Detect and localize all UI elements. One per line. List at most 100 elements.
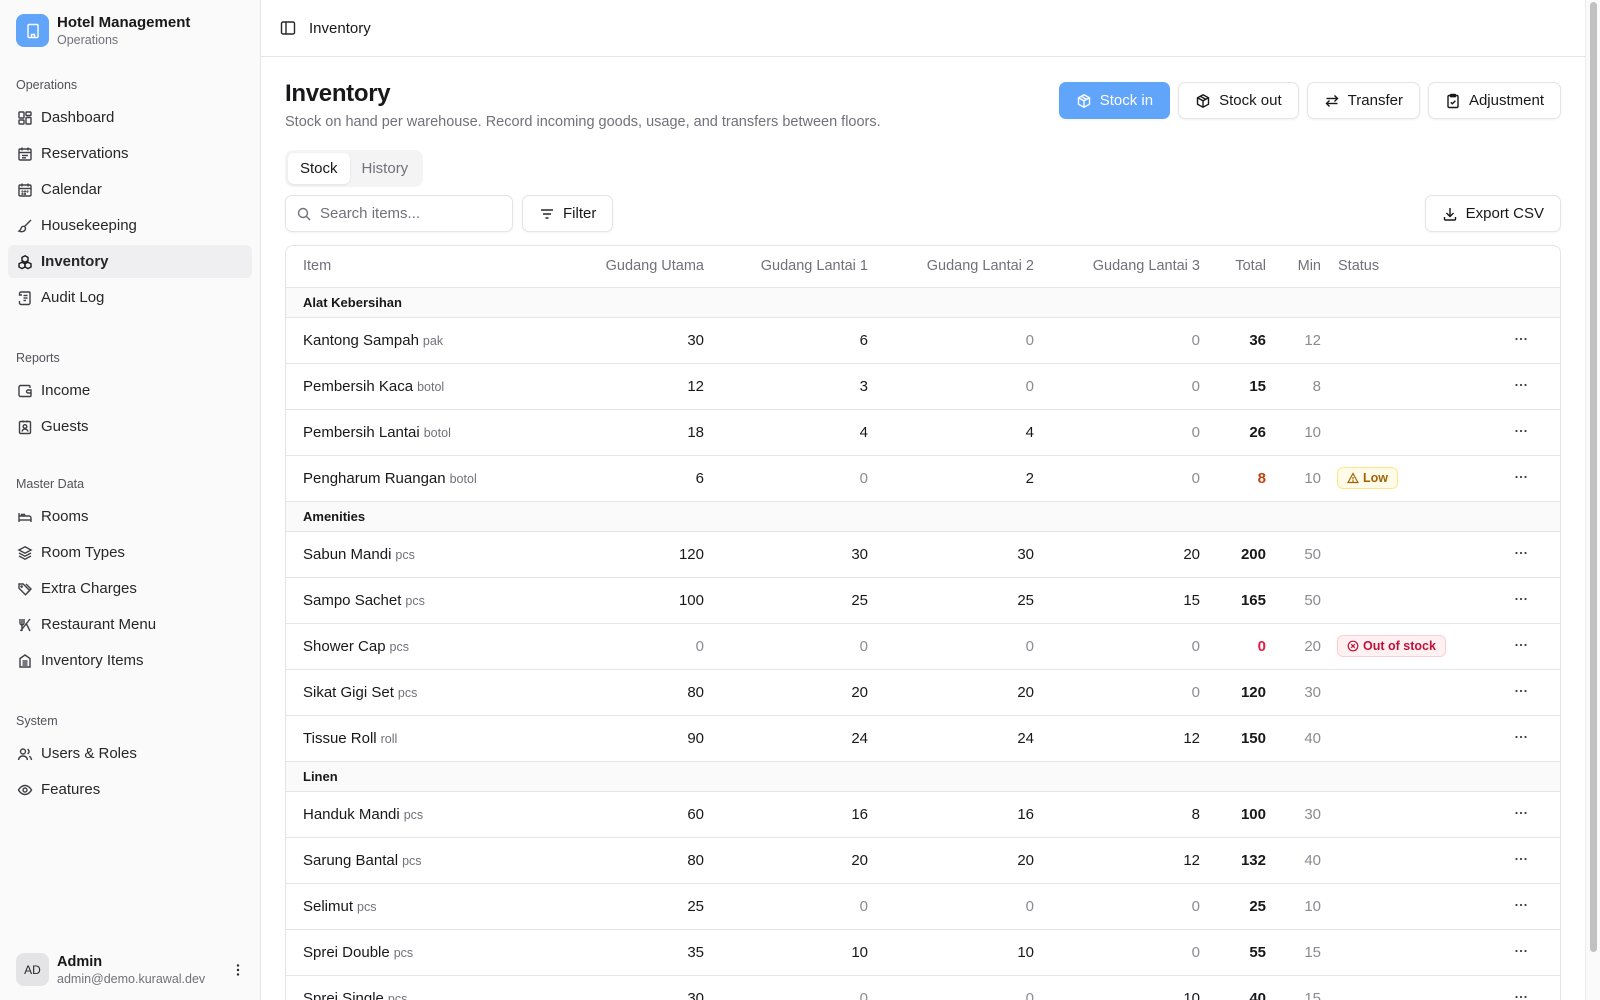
sidebar-item-income[interactable]: Income (8, 374, 252, 407)
transfer-button[interactable]: Transfer (1306, 82, 1420, 119)
column-header-gudang-lantai-2[interactable]: Gudang Lantai 2 (868, 246, 1034, 288)
min-cell: 30 (1266, 791, 1321, 838)
adjustment-button[interactable]: Adjustment (1427, 82, 1561, 119)
more-vertical-icon[interactable] (230, 962, 246, 978)
item-cell: Kantong Sampah pak (286, 317, 566, 364)
more-horizontal-icon[interactable] (1511, 375, 1531, 395)
more-horizontal-icon[interactable] (1511, 421, 1531, 441)
sidebar-item-guests[interactable]: Guests (8, 410, 252, 443)
more-horizontal-icon[interactable] (1511, 727, 1531, 747)
table-group-row: Alat Kebersihan (286, 287, 1560, 318)
sidebar-toggle-icon[interactable] (279, 19, 297, 37)
min-cell: 20 (1266, 623, 1321, 670)
row-actions-cell (1481, 715, 1560, 762)
warning-icon (1347, 472, 1359, 484)
sidebar-item-room-types[interactable]: Room Types (8, 536, 252, 569)
more-horizontal-icon[interactable] (1511, 941, 1531, 961)
more-horizontal-icon[interactable] (1511, 467, 1531, 487)
sidebar-item-rooms[interactable]: Rooms (8, 500, 252, 533)
stock-cell-gudang-lantai-1: 24 (704, 715, 868, 762)
column-header-status[interactable]: Status (1321, 246, 1481, 288)
sidebar-item-extra-charges[interactable]: Extra Charges (8, 572, 252, 605)
column-header-gudang-lantai-3[interactable]: Gudang Lantai 3 (1034, 246, 1200, 288)
nav-section-system: System Users & Roles Features (8, 711, 252, 809)
table-body: Alat Kebersihan Kantong Sampah pak 30 6 0 0 36 1… (286, 287, 1560, 1000)
row-actions-cell (1481, 317, 1560, 364)
more-horizontal-icon[interactable] (1511, 987, 1531, 1000)
column-header-total[interactable]: Total (1200, 246, 1266, 288)
table-row[interactable]: Shower Cap pcs 0 0 0 0 0 20 Out of stock (286, 623, 1560, 670)
table-row[interactable]: Pembersih Lantai botol 18 4 4 0 26 10 (286, 409, 1560, 456)
more-horizontal-icon[interactable] (1511, 681, 1531, 701)
table-row[interactable]: Tissue Roll roll 90 24 24 12 150 40 (286, 715, 1560, 762)
tab-stock[interactable]: Stock (288, 153, 350, 184)
stock-cell-gudang-lantai-2: 20 (868, 669, 1034, 716)
table-row[interactable]: Pengharum Ruangan botol 6 0 2 0 8 10 Low (286, 455, 1560, 502)
sidebar-item-users-roles[interactable]: Users & Roles (8, 737, 252, 770)
nav-section-operations: Operations Dashboard Reservations Calend… (8, 75, 252, 317)
sidebar-item-housekeeping[interactable]: Housekeeping (8, 209, 252, 242)
tab-history[interactable]: History (350, 153, 421, 184)
column-header-gudang-utama[interactable]: Gudang Utama (566, 246, 704, 288)
status-cell (1321, 669, 1481, 716)
table-row[interactable]: Sarung Bantal pcs 80 20 20 12 132 40 (286, 837, 1560, 884)
filter-button[interactable]: Filter (522, 195, 614, 232)
scrollbar-thumb[interactable] (1590, 2, 1597, 952)
nav-section-reports: Reports Income Guests (8, 348, 252, 446)
sidebar-item-audit-log[interactable]: Audit Log (8, 281, 252, 314)
more-horizontal-icon[interactable] (1511, 635, 1531, 655)
more-horizontal-icon[interactable] (1511, 589, 1531, 609)
sidebar-item-features[interactable]: Features (8, 773, 252, 806)
sidebar-item-label: Users & Roles (41, 745, 137, 762)
table-row[interactable]: Sabun Mandi pcs 120 30 30 20 200 50 (286, 531, 1560, 578)
export-csv-button[interactable]: Export CSV (1424, 195, 1561, 232)
page-scrollbar[interactable] (1585, 0, 1600, 1000)
download-icon (1443, 207, 1456, 221)
stock-cell-gudang-lantai-3: 15 (1034, 577, 1200, 624)
user-profile[interactable]: AD Admin admin@demo.kurawal.dev (16, 953, 246, 986)
sidebar-item-calendar[interactable]: Calendar (8, 173, 252, 206)
stock-cell-gudang-lantai-3: 10 (1034, 975, 1200, 1000)
search-box[interactable] (285, 195, 513, 232)
action-buttons: Stock in Stock out Transfer Adjustment (1058, 82, 1561, 119)
table-row[interactable]: Sprei Double pcs 35 10 10 0 55 15 (286, 929, 1560, 976)
table-row[interactable]: Sprei Single pcs 30 0 0 10 40 15 (286, 975, 1560, 1000)
status-label: Low (1363, 471, 1388, 485)
more-horizontal-icon[interactable] (1511, 849, 1531, 869)
search-icon (297, 207, 311, 220)
item-cell: Tissue Roll roll (286, 715, 566, 762)
table-row[interactable]: Sikat Gigi Set pcs 80 20 20 0 120 30 (286, 669, 1560, 716)
stock-cell-gudang-lantai-2: 0 (868, 883, 1034, 930)
search-input[interactable] (320, 205, 500, 222)
table-row[interactable]: Pembersih Kaca botol 12 3 0 0 15 8 (286, 363, 1560, 410)
stock-cell-gudang-lantai-3: 0 (1034, 883, 1200, 930)
item-cell: Sprei Double pcs (286, 929, 566, 976)
sidebar-item-inventory[interactable]: Inventory (8, 245, 252, 278)
more-horizontal-icon[interactable] (1511, 543, 1531, 563)
more-horizontal-icon[interactable] (1511, 329, 1531, 349)
total-cell: 55 (1200, 929, 1266, 976)
column-header-min[interactable]: Min (1266, 246, 1321, 288)
contact-icon (18, 420, 32, 434)
sidebar-item-inventory-items[interactable]: Inventory Items (8, 644, 252, 677)
sidebar-item-dashboard[interactable]: Dashboard (8, 101, 252, 134)
brand[interactable]: Hotel Management Operations (16, 14, 190, 47)
status-cell: Low (1321, 455, 1481, 502)
table-row[interactable]: Selimut pcs 25 0 0 0 25 10 (286, 883, 1560, 930)
more-horizontal-icon[interactable] (1511, 895, 1531, 915)
min-cell: 30 (1266, 669, 1321, 716)
more-horizontal-icon[interactable] (1511, 803, 1531, 823)
item-cell: Sampo Sachet pcs (286, 577, 566, 624)
column-header-item[interactable]: Item (286, 246, 566, 288)
item-unit: pcs (395, 547, 415, 562)
sidebar-item-reservations[interactable]: Reservations (8, 137, 252, 170)
table-row[interactable]: Sampo Sachet pcs 100 25 25 15 165 50 (286, 577, 1560, 624)
stock-in-button[interactable]: Stock in (1058, 82, 1171, 119)
column-header-gudang-lantai-1[interactable]: Gudang Lantai 1 (704, 246, 868, 288)
item-unit: pcs (397, 685, 418, 700)
stock-out-button[interactable]: Stock out (1178, 82, 1299, 119)
table-row[interactable]: Handuk Mandi pcs 60 16 16 8 100 30 (286, 791, 1560, 838)
sidebar-item-restaurant-menu[interactable]: Restaurant Menu (8, 608, 252, 641)
table-row[interactable]: Kantong Sampah pak 30 6 0 0 36 12 (286, 317, 1560, 364)
min-cell: 8 (1266, 363, 1321, 410)
